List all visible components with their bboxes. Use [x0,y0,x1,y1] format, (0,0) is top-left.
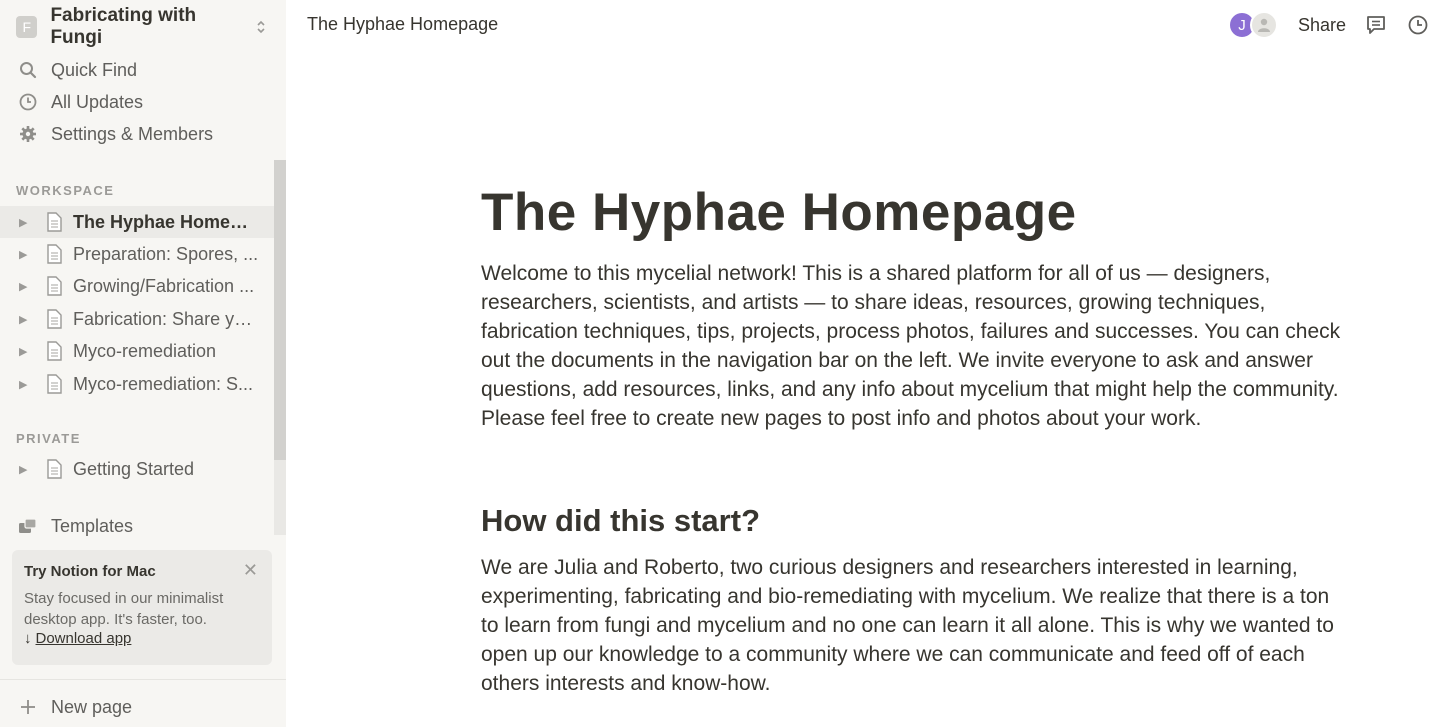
templates-item[interactable]: Templates [16,512,266,540]
sidebar-page-growing-fabrication[interactable]: ▶ Growing/Fabrication ... [0,270,274,302]
templates-label: Templates [51,515,134,536]
sidebar-page-fabrication-share[interactable]: ▶ Fabrication: Share yo... [0,303,274,335]
gear-icon [16,122,40,146]
expand-triangle-icon[interactable]: ▶ [19,280,35,293]
sidebar-page-label: Growing/Fabrication ... [73,275,255,296]
templates-icon [16,514,40,538]
quick-find-item[interactable]: Quick Find [16,56,266,84]
expand-triangle-icon[interactable]: ▶ [19,248,35,261]
sidebar-page-label: Getting Started [73,458,195,479]
intro-paragraph[interactable]: Welcome to this mycelial network! This i… [481,259,1341,433]
page-icon [47,276,62,296]
share-button[interactable]: Share [1298,15,1346,36]
workspace-badge: F [16,16,38,38]
search-icon [16,58,40,82]
page-icon [47,244,62,264]
sidebar: F Fabricating with Fungi Quick Find All … [0,0,286,727]
topbar-actions: J Share [1228,10,1430,40]
settings-members-item[interactable]: Settings & Members [16,120,266,148]
section-heading[interactable]: How did this start? [481,503,760,539]
page-title[interactable]: The Hyphae Homepage [481,182,1077,243]
promo-title: Try Notion for Mac [24,563,156,580]
workspace-switcher[interactable]: F Fabricating with Fungi [16,5,266,48]
download-app-label: Download app [35,630,132,647]
page-icon [47,341,62,361]
breadcrumb[interactable]: The Hyphae Homepage [307,14,498,35]
page-icon [47,374,62,394]
sidebar-page-myco-remediation-s[interactable]: ▶ Myco-remediation: S... [0,368,274,400]
sidebar-page-preparation[interactable]: ▶ Preparation: Spores, ... [0,238,274,270]
download-app-link[interactable]: ↓ Download app [24,630,260,647]
plus-icon [16,695,40,719]
download-arrow-icon: ↓ [24,630,32,647]
workspace-section-label: WORKSPACE [16,183,115,198]
history-clock-icon[interactable] [1406,13,1430,37]
settings-members-label: Settings & Members [51,123,214,144]
expand-triangle-icon[interactable]: ▶ [19,378,35,391]
workspace-name: Fabricating with Fungi [50,5,197,48]
story-paragraph[interactable]: We are Julia and Roberto, two curious de… [481,553,1341,698]
quick-find-label: Quick Find [51,59,138,80]
new-page-button[interactable]: New page [16,693,266,721]
comment-icon[interactable] [1364,13,1388,37]
close-icon[interactable]: ✕ [243,560,258,581]
promo-text: Stay focused in our minimalist desktop a… [24,590,224,628]
sidebar-scrollbar[interactable] [274,160,286,535]
sidebar-page-label: Myco-remediation: S... [73,373,254,394]
chevron-updown-icon [256,20,266,34]
page-icon [47,309,62,329]
page-icon [47,212,62,232]
all-updates-item[interactable]: All Updates [16,88,266,116]
private-section-label: PRIVATE [16,431,81,446]
page-icon [47,459,62,479]
expand-triangle-icon[interactable]: ▶ [19,463,35,476]
sidebar-page-label: Fabrication: Share yo... [73,308,259,329]
sidebar-divider [0,679,286,680]
sidebar-page-label: Preparation: Spores, ... [73,243,259,264]
sidebar-page-label: Myco-remediation [73,340,217,361]
avatar[interactable] [1250,11,1278,39]
new-page-label: New page [51,696,133,717]
expand-triangle-icon[interactable]: ▶ [19,313,35,326]
sidebar-page-getting-started[interactable]: ▶ Getting Started [0,453,274,485]
sidebar-page-hyphae-homepage[interactable]: ▶ The Hyphae Homepage [0,206,274,238]
clock-icon [16,90,40,114]
all-updates-label: All Updates [51,91,144,112]
desktop-app-promo: Try Notion for Mac ✕ Stay focused in our… [12,550,272,665]
expand-triangle-icon[interactable]: ▶ [19,345,35,358]
sidebar-page-label: The Hyphae Homepage [73,211,259,232]
sidebar-page-myco-remediation[interactable]: ▶ Myco-remediation [0,335,274,367]
sidebar-scrollbar-thumb[interactable] [274,160,286,460]
expand-triangle-icon[interactable]: ▶ [19,216,35,229]
